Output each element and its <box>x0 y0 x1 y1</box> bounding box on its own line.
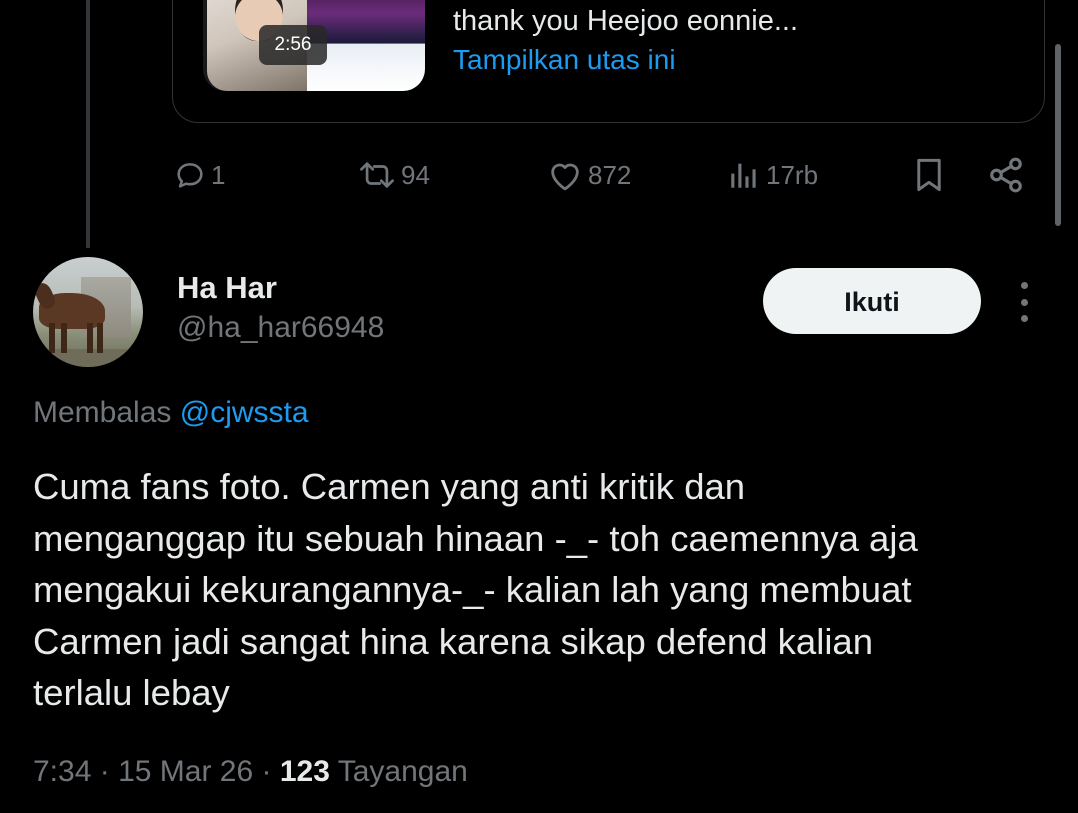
thread-connector-line <box>86 0 90 248</box>
tweet-thread-view: 2:56 thank you Heejoo eonnie... Tampilka… <box>0 0 1078 813</box>
reply-count: 1 <box>211 159 226 190</box>
views-action[interactable]: 17rb <box>726 155 818 195</box>
avatar-horse-leg <box>87 323 93 353</box>
like-count: 872 <box>588 159 632 190</box>
avatar-horse-leg <box>49 323 55 353</box>
user-display-name[interactable]: Ha Har <box>177 270 277 306</box>
avatar[interactable] <box>33 257 143 367</box>
retweet-icon <box>360 162 394 188</box>
view-count: 17rb <box>766 159 819 190</box>
tweet-views-count: 123 <box>279 755 330 788</box>
analytics-icon <box>731 163 756 188</box>
tweet-views-label: Tayangan <box>337 755 468 788</box>
avatar-horse-leg <box>97 323 103 353</box>
retweet-count: 94 <box>401 159 430 190</box>
heart-icon <box>551 163 579 191</box>
share-icon <box>990 157 1022 193</box>
tweet-text-line: mengakui kekurangannya-_- kalian lah yan… <box>33 569 912 610</box>
separator-dot: · <box>99 755 110 788</box>
tweet-metadata: 7:34 · 15 Mar 26 · 123 Tayangan <box>33 755 468 789</box>
follow-button[interactable]: Ikuti <box>763 268 981 334</box>
tweet-text-line: Cuma fans foto. Carmen yang anti kritik … <box>33 466 746 507</box>
dot <box>1020 298 1028 306</box>
reply-icon <box>177 163 203 188</box>
tweet-text-line: Carmen jadi sangat hina karena sikap def… <box>33 620 874 662</box>
replying-to-label: Membalas <box>33 396 172 429</box>
quoted-tweet-text: thank you Heejoo eonnie... <box>453 5 799 37</box>
dot <box>1020 315 1028 322</box>
tweet-date[interactable]: 15 Mar 26 <box>118 755 253 788</box>
quoted-tweet-card[interactable]: 2:56 thank you Heejoo eonnie... Tampilka… <box>172 0 1045 123</box>
avatar-horse-leg <box>61 323 67 353</box>
tweet-text-line: terlalu lebay <box>33 672 230 713</box>
tweet-text-line: menganggap itu sebuah hinaan -_- toh cae… <box>33 517 918 559</box>
more-options-icon[interactable] <box>1010 282 1038 322</box>
show-thread-link[interactable]: Tampilkan utas ini <box>453 44 676 76</box>
quoted-video-thumbnail[interactable]: 2:56 <box>203 0 425 91</box>
dot <box>1020 282 1028 289</box>
bookmark-icon <box>917 158 941 192</box>
share-action[interactable] <box>987 155 1025 195</box>
scrollbar-thumb[interactable] <box>1055 44 1061 226</box>
like-action[interactable]: 872 <box>546 155 631 195</box>
user-handle[interactable]: @ha_har66948 <box>177 311 384 345</box>
replying-to-mention[interactable]: @cjwssta <box>180 396 309 429</box>
tweet-time[interactable]: 7:34 <box>33 755 91 788</box>
replying-to: Membalas @cjwssta <box>33 396 309 430</box>
reply-action[interactable]: 1 <box>173 155 225 195</box>
tweet-text: Cuma fans foto. Carmen yang anti kritik … <box>33 461 1043 719</box>
retweet-action[interactable]: 94 <box>357 155 430 195</box>
bookmark-action[interactable] <box>911 155 947 195</box>
separator-dot: · <box>261 755 272 788</box>
video-duration-badge: 2:56 <box>259 25 327 65</box>
